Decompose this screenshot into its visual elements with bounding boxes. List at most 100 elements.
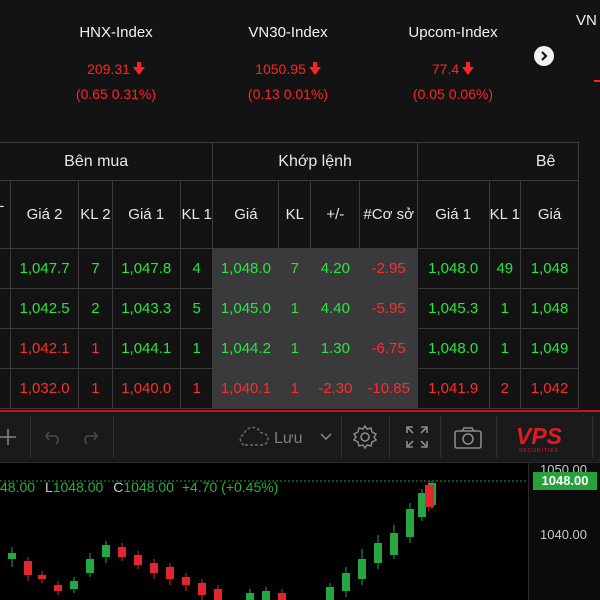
column-header: #Cơ sở — [359, 180, 418, 249]
toolbar-divider — [389, 416, 390, 458]
table-cell: 1.30 — [310, 328, 361, 369]
candle-body — [246, 593, 254, 600]
index-value: 1050.95 — [213, 61, 363, 77]
chevron-down-icon — [320, 433, 332, 441]
column-header: Giá 2 — [9, 180, 80, 249]
table-cell: 1 — [0, 248, 11, 289]
ohlc-close-label: C — [113, 479, 124, 495]
toolbar-divider — [440, 416, 441, 458]
table-row[interactable]: 61,042.111,044.111,044.211.30-6.751,048.… — [0, 328, 579, 369]
arrow-down-icon — [132, 62, 145, 75]
column-header: KL — [278, 180, 312, 249]
table-cell: 1 — [278, 288, 312, 329]
index-change: (0.65 0.31%) — [75, 86, 157, 102]
table-row[interactable]: 51,042.521,043.351,045.014.40-5.951,045.… — [0, 288, 579, 329]
table-row[interactable]: 11,047.771,047.841,048.074.20-2.951,048.… — [0, 248, 579, 289]
column-header: Giá 1 — [416, 180, 490, 249]
table-cell: -6.75 — [359, 328, 418, 369]
table-cell: 1 — [179, 368, 214, 409]
candle-body — [198, 583, 206, 595]
save-label: Lưu — [274, 430, 303, 447]
add-icon[interactable] — [0, 426, 18, 448]
table-cell: -2.30 — [310, 368, 361, 409]
candle-body — [326, 587, 334, 600]
redo-icon[interactable] — [79, 428, 99, 446]
table-cell: 1,048.0 — [416, 248, 490, 289]
column-header-row: KL 3Giá 2KL 2Giá 1KL 1GiáKL+/-#Cơ sởGiá … — [0, 180, 579, 249]
table-cell: 1 — [278, 328, 312, 369]
undo-icon[interactable] — [44, 428, 64, 446]
table-cell: 1,040.0 — [111, 368, 181, 409]
gear-icon[interactable] — [352, 424, 378, 450]
candle-body — [182, 577, 190, 585]
table-cell: 1,047.7 — [9, 248, 80, 289]
index-name: VN30-Index — [248, 24, 328, 41]
index-change: (0.05 0.06%) — [412, 86, 494, 102]
ohlc-low: 1048.00 — [52, 479, 104, 495]
camera-icon[interactable] — [453, 426, 483, 450]
table-cell: 1,048 — [520, 248, 579, 289]
table-cell: 2 — [488, 368, 522, 409]
ohlc-open: 48.00 — [0, 479, 36, 495]
table-cell: 1 — [488, 288, 522, 329]
table-cell: 1,048 — [520, 288, 579, 329]
table-cell: -10.85 — [359, 368, 418, 409]
candle-body — [70, 581, 78, 589]
table-cell: -2.95 — [359, 248, 418, 289]
candle-body — [406, 509, 414, 537]
fullscreen-icon[interactable] — [405, 425, 429, 449]
table-cell: 1,042 — [520, 368, 579, 409]
table-cell: 4.40 — [310, 288, 361, 329]
table-cell: 6 — [0, 368, 11, 409]
vps-logo-subtext: SECURITIES — [519, 448, 560, 454]
table-cell: 1 — [179, 328, 214, 369]
index-name: HNX-Index — [79, 24, 153, 41]
candle-body — [214, 589, 222, 600]
column-header: +/- — [310, 180, 361, 249]
table-cell: 1 — [78, 328, 113, 369]
trading-screen: HNX-Index 209.31 (0.65 0.31%) VN30-Index… — [0, 0, 600, 600]
price-chart[interactable]: 48.00 L1048.00 C1048.00 +4.70 (+0.45%) 1… — [0, 462, 600, 600]
table-cell: 1,042.5 — [9, 288, 80, 329]
ohlc-close: 1048.00 — [123, 479, 174, 495]
table-cell: 1,048.0 — [416, 328, 490, 369]
candle-body — [118, 547, 126, 557]
toolbar-divider — [113, 416, 114, 458]
table-cell: 2 — [78, 288, 113, 329]
table-cell: 1,044.2 — [212, 328, 280, 369]
table-cell: 1,048.0 — [212, 248, 280, 289]
toolbar-divider — [592, 416, 593, 458]
table-row[interactable]: 61,032.011,040.011,040.11-2.30-10.851,04… — [0, 368, 579, 409]
column-header: KL 1 — [179, 180, 214, 249]
group-header-matched: Khớp lệnh — [212, 142, 418, 181]
ohlc-low-label: L — [44, 479, 53, 495]
table-cell: 1 — [278, 368, 312, 409]
group-header-sell: Bê — [416, 142, 580, 181]
candle-body — [86, 559, 94, 573]
candle-body — [342, 573, 350, 591]
table-cell: 1,032.0 — [9, 368, 80, 409]
candle-body — [262, 591, 270, 600]
price-board: Bên mua Khớp lệnh Bê KL 3Giá 2KL 2Giá 1K… — [0, 142, 600, 410]
next-index-button[interactable] — [534, 46, 554, 66]
column-header: KL 2 — [78, 180, 113, 249]
index-vn-partial-mark — [594, 80, 600, 82]
chart-toolbar: Lưu VPS SECURITIES — [0, 410, 600, 463]
arrow-down-icon — [308, 62, 321, 75]
ohlc-change: +4.70 (+0.45%) — [181, 479, 279, 495]
table-cell: 1,040.1 — [212, 368, 280, 409]
index-value: 77.4 — [378, 61, 528, 77]
index-vn-partial[interactable]: VN — [576, 12, 597, 29]
last-price-tag: 1048.00 — [533, 472, 597, 490]
candle-body — [374, 543, 382, 563]
candle-body — [150, 563, 158, 573]
candle-body — [102, 545, 110, 557]
toolbar-divider — [30, 416, 31, 458]
column-header: Giá — [520, 180, 579, 249]
table-cell: 5 — [179, 288, 214, 329]
table-cell: 1,043.3 — [111, 288, 181, 329]
table-cell: 4 — [179, 248, 214, 289]
table-cell: 1,041.9 — [416, 368, 490, 409]
vps-logo: VPS SECURITIES — [516, 424, 590, 454]
candle-body — [54, 585, 62, 591]
